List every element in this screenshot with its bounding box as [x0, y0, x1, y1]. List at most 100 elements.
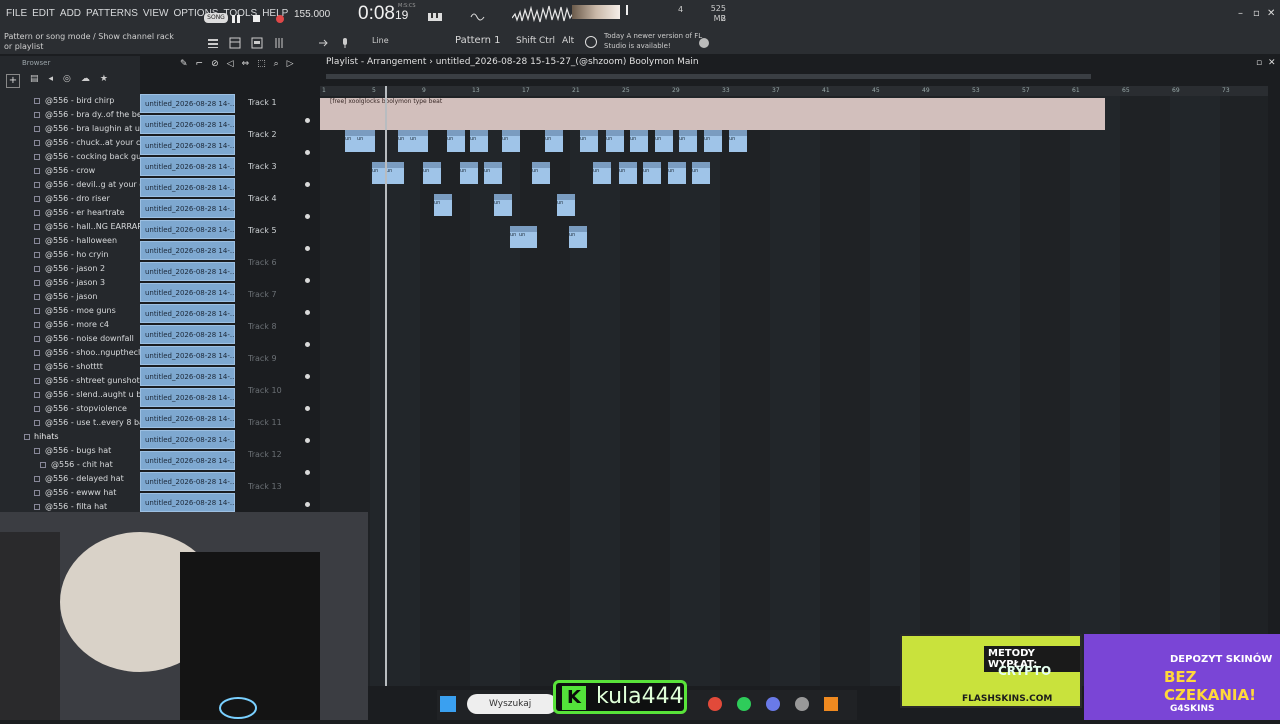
audio-clip[interactable]: un [557, 194, 575, 216]
slip-icon[interactable]: ⇔ [242, 59, 250, 69]
track-header[interactable]: Track 11 [240, 414, 316, 446]
timeline-ruler[interactable]: 1 5 9 13 17 21 25 29 33 37 41 45 49 53 57 61 65 69 73 [320, 86, 1268, 96]
browser-item[interactable]: @556 - halloween [0, 234, 140, 248]
track-header[interactable]: Track 1 [240, 94, 316, 126]
audio-clip[interactable]: un [434, 194, 452, 216]
audio-clip[interactable]: un [580, 130, 598, 152]
track-header[interactable]: Track 2 [240, 126, 316, 158]
audio-clip[interactable]: un [569, 226, 587, 248]
mixer-icon[interactable] [273, 34, 285, 48]
browser-item[interactable]: @556 - stopviolence [0, 402, 140, 416]
browser-item[interactable]: @556 - crow [0, 164, 140, 178]
audio-clip[interactable]: un [679, 130, 697, 152]
plugin-icon[interactable]: ◎ [63, 74, 71, 90]
browser-item[interactable]: @556 - use t..every 8 bars [0, 416, 140, 430]
playhead[interactable] [385, 86, 387, 686]
audio-clip[interactable]: un [545, 130, 563, 152]
picker-clip[interactable]: untitled_2026-08-28 14-... [140, 283, 235, 302]
piano-icon[interactable] [427, 8, 443, 21]
track-header[interactable]: Track 13 [240, 478, 316, 510]
star-icon[interactable]: ★ [100, 74, 108, 90]
picker-clip[interactable]: untitled_2026-08-28 14-... [140, 220, 235, 239]
audio-clip[interactable]: un [606, 130, 624, 152]
audio-clip[interactable]: un [619, 162, 637, 184]
file-icon[interactable]: ▤ [30, 74, 39, 90]
browser-item[interactable]: @556 - shoo..nguptheclub [0, 346, 140, 360]
audio-clip[interactable]: un [692, 162, 710, 184]
windows-start-icon[interactable] [440, 696, 456, 712]
audio-clip[interactable]: un [410, 130, 428, 152]
mute-icon[interactable]: ◁ [227, 59, 234, 69]
browser-item[interactable]: @556 - bra dy..of the beat [0, 108, 140, 122]
audio-clip[interactable]: un [668, 162, 686, 184]
picker-clip[interactable]: untitled_2026-08-28 14-... [140, 241, 235, 260]
song-mode-toggle[interactable]: SONG [204, 13, 228, 23]
snap-mode[interactable]: Line [372, 36, 389, 45]
spotify-icon[interactable] [737, 697, 751, 711]
delete-icon[interactable]: ⊘ [211, 59, 219, 69]
picker-clip[interactable]: untitled_2026-08-28 14-... [140, 409, 235, 428]
audio-clip[interactable]: un [593, 162, 611, 184]
taskbar-search[interactable]: Wyszukaj [467, 694, 557, 714]
picker-clip[interactable]: untitled_2026-08-28 14-... [140, 94, 235, 113]
track-header[interactable]: Track 4 [240, 190, 316, 222]
picker-clip[interactable]: untitled_2026-08-28 14-... [140, 178, 235, 197]
audio-clip[interactable]: un [494, 194, 512, 216]
pencil-icon[interactable]: ✎ [180, 59, 188, 69]
pattern-selector[interactable]: Pattern 1 [455, 35, 501, 46]
browser-item[interactable]: @556 - chit hat [0, 458, 140, 472]
browser-item[interactable]: @556 - bugs hat [0, 444, 140, 458]
playlist-icon[interactable] [207, 34, 219, 48]
brush-icon[interactable]: ⌐ [196, 59, 204, 69]
playlist-close-icon[interactable]: ✕ [1268, 58, 1276, 68]
browser-item[interactable]: @556 - cocking back gun [0, 150, 140, 164]
audio-clip[interactable]: un [470, 130, 488, 152]
picker-clip[interactable]: untitled_2026-08-28 14-... [140, 136, 235, 155]
audio-clip[interactable]: un [460, 162, 478, 184]
browser-item[interactable]: @556 - delayed hat [0, 472, 140, 486]
picker-clip[interactable]: untitled_2026-08-28 14-... [140, 346, 235, 365]
picker-clip[interactable]: untitled_2026-08-28 14-... [140, 199, 235, 218]
back-icon[interactable]: ◂ [49, 74, 54, 90]
news-icon[interactable] [584, 34, 597, 48]
stop-button[interactable] [251, 10, 263, 22]
steam-icon[interactable] [795, 697, 809, 711]
chrome-icon[interactable] [708, 697, 722, 711]
fl-logo-icon[interactable] [698, 34, 710, 48]
track-header[interactable]: Track 12 [240, 446, 316, 478]
browser-item[interactable]: @556 - ho cryin [0, 248, 140, 262]
browser-item[interactable]: @556 - shtreet gunshot [0, 374, 140, 388]
browser-item[interactable]: @556 - shotttt [0, 360, 140, 374]
track-header[interactable]: Track 6 [240, 254, 316, 286]
channel-rack-icon[interactable] [229, 34, 241, 49]
track-header[interactable]: Track 9 [240, 350, 316, 382]
browser-item[interactable]: @556 - noise downfall [0, 332, 140, 346]
picker-clip[interactable]: untitled_2026-08-28 14-... [140, 115, 235, 134]
play-button[interactable] [230, 10, 242, 23]
audio-clip[interactable]: un [630, 130, 648, 152]
audio-clip[interactable]: un [655, 130, 673, 152]
piano-roll-icon[interactable] [251, 34, 263, 49]
playlist-scrollbar[interactable] [326, 74, 1091, 79]
audio-clip[interactable]: un [423, 162, 441, 184]
add-icon[interactable]: + [6, 74, 20, 88]
browser-item[interactable]: @556 - ewww hat [0, 486, 140, 500]
audio-clip[interactable]: un [729, 130, 747, 152]
minimize-icon[interactable]: – [1238, 8, 1243, 19]
picker-clip[interactable]: untitled_2026-08-28 14-... [140, 388, 235, 407]
browser-item[interactable]: @556 - more c4 [0, 318, 140, 332]
browser-item[interactable]: @556 - slend..aught u bro [0, 388, 140, 402]
playlist-maximize-icon[interactable]: ▫ [1256, 58, 1262, 68]
picker-clip[interactable]: untitled_2026-08-28 14-... [140, 157, 235, 176]
maximize-icon[interactable]: ▫ [1253, 8, 1260, 19]
picker-clip[interactable]: untitled_2026-08-28 14-... [140, 325, 235, 344]
browser-item[interactable]: @556 - devil..g at your cut [0, 178, 140, 192]
menu-file[interactable]: FILE [6, 8, 27, 19]
track-header[interactable]: Track 3 [240, 158, 316, 190]
menu-view[interactable]: VIEW [143, 8, 169, 19]
menu-edit[interactable]: EDIT [32, 8, 55, 19]
picker-clip[interactable]: untitled_2026-08-28 14-... [140, 472, 235, 491]
picker-clip[interactable]: untitled_2026-08-28 14-... [140, 367, 235, 386]
picker-clip[interactable]: untitled_2026-08-28 14-... [140, 430, 235, 449]
arrow-right-icon[interactable] [317, 34, 329, 47]
